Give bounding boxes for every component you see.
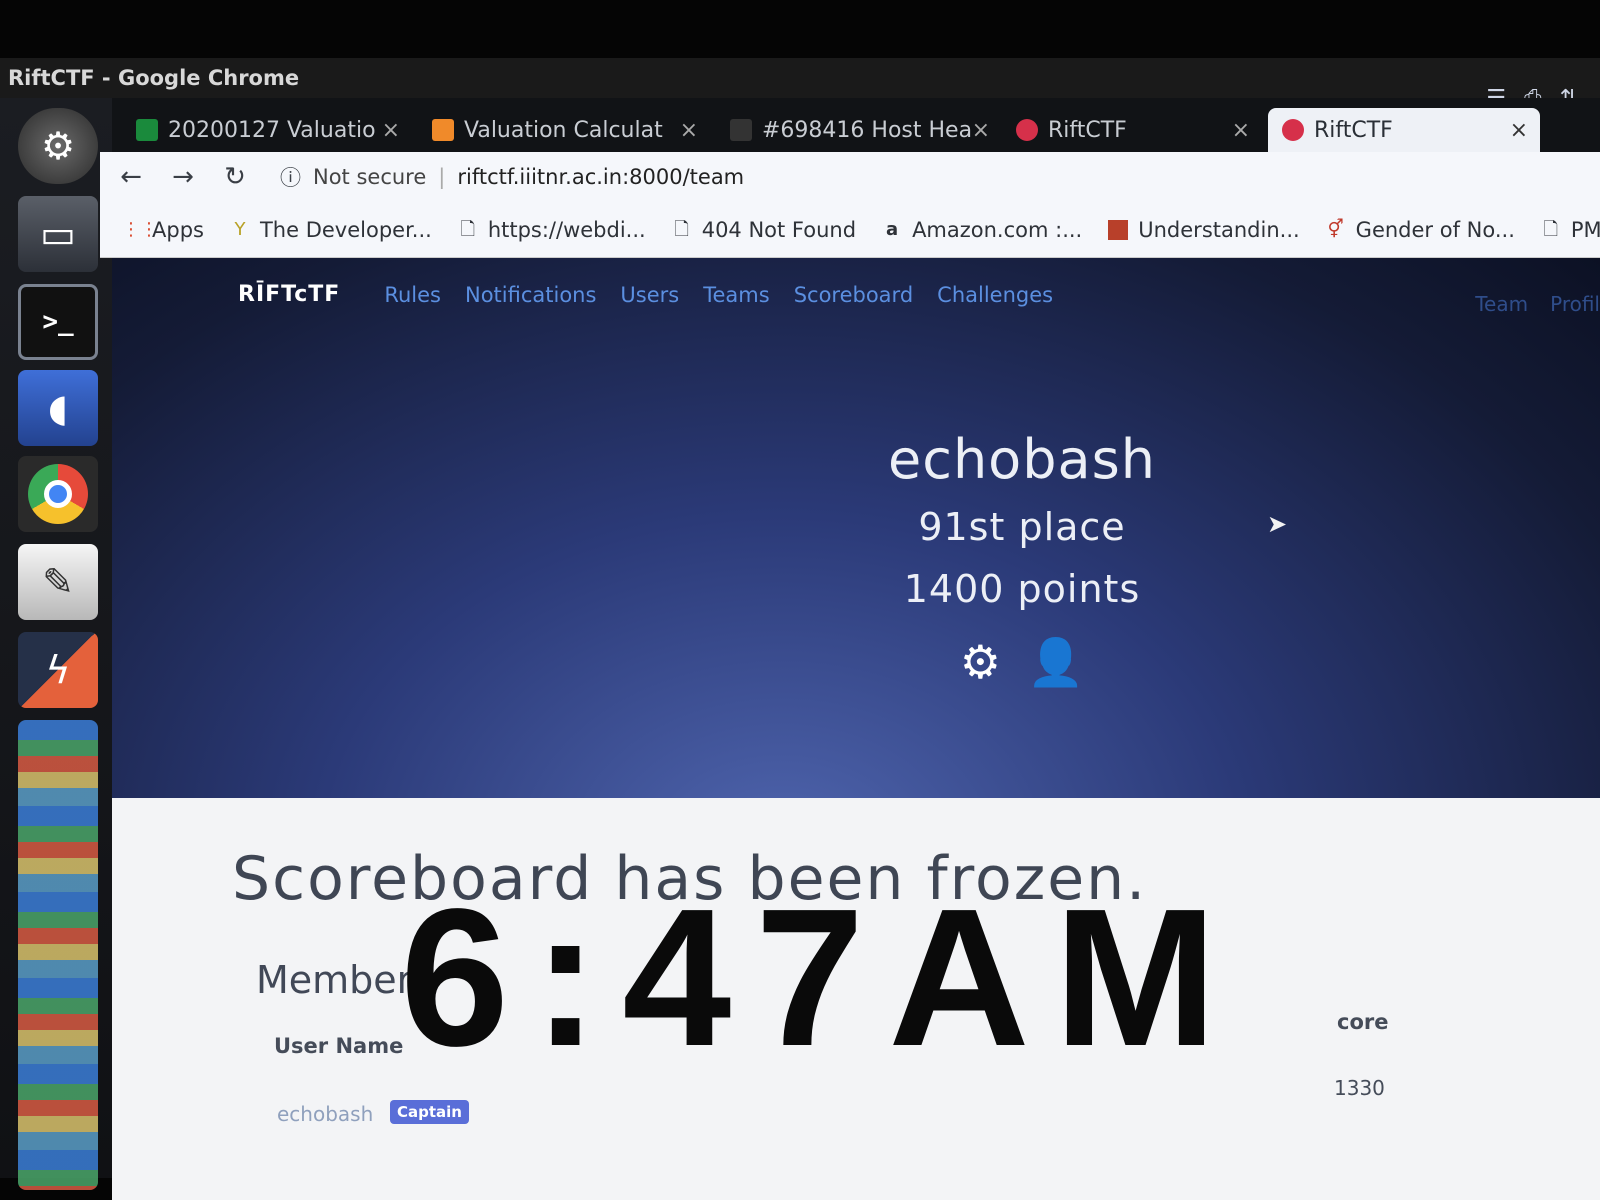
team-points: 1400 points — [903, 567, 1141, 611]
nav-notifications[interactable]: Notifications — [465, 283, 596, 307]
tab-strip: 20200127 Valuatio × Valuation Calculat ×… — [112, 98, 1600, 152]
tab-hackerone-report[interactable]: #698416 Host Hea × — [716, 108, 1002, 152]
close-icon[interactable]: × — [972, 118, 990, 143]
team-name: echobash — [888, 428, 1156, 491]
tab-label: #698416 Host Hea — [762, 117, 973, 143]
book-icon — [1108, 219, 1129, 240]
team-actions: ⚙ 👤 — [812, 635, 1232, 690]
riftctf-favicon — [1282, 119, 1304, 141]
captain-badge: Captain — [390, 1100, 469, 1124]
riftctf-favicon — [1016, 119, 1038, 141]
launcher: ⚙ ▭ >_ ◖ ✎ ϟ — [0, 98, 112, 1190]
app-stack-icon[interactable] — [18, 720, 98, 1190]
site-nav-right: Team Profil — [1475, 292, 1600, 316]
reload-icon[interactable]: ↻ — [220, 162, 250, 192]
member-score: 1330 — [1334, 1076, 1385, 1100]
mysql-workbench-icon[interactable]: ◖ — [18, 370, 98, 446]
nav-users[interactable]: Users — [620, 283, 679, 307]
mouse-cursor-icon: ➤ — [1267, 510, 1288, 538]
zap-icon[interactable]: ϟ — [18, 632, 98, 708]
column-header-user: User Name — [274, 1034, 404, 1058]
nav-team[interactable]: Team — [1475, 292, 1528, 316]
member-name[interactable]: echobash — [277, 1102, 373, 1126]
close-icon[interactable]: × — [1232, 118, 1250, 143]
nav-profile[interactable]: Profil — [1550, 292, 1600, 316]
address-bar[interactable]: ⓘ Not secure | riftctf.iiitnr.ac.in:8000… — [280, 162, 744, 192]
settings-gears-icon[interactable]: ⚙ — [960, 635, 1001, 690]
nav-challenges[interactable]: Challenges — [937, 283, 1053, 307]
ubuntu-icon[interactable]: ⚙ — [18, 108, 98, 184]
files-icon[interactable]: ▭ — [18, 196, 98, 272]
nav-teams[interactable]: Teams — [703, 283, 769, 307]
gender-icon: ⚥ — [1327, 218, 1344, 240]
bookmark-understanding[interactable]: Understandin... — [1108, 218, 1300, 242]
tab-label: RiftCTF — [1314, 117, 1393, 143]
tab-valuation-calculator[interactable]: Valuation Calculat × — [418, 108, 710, 152]
security-label: Not secure — [313, 165, 427, 189]
clock-overlay: 6:47AM — [400, 868, 1242, 1087]
window-title: RiftCTF - Google Chrome — [8, 66, 300, 90]
hackerone-icon — [730, 119, 752, 141]
text-editor-icon[interactable]: ✎ — [18, 544, 98, 620]
bookmark-gender[interactable]: ⚥ Gender of No... — [1326, 218, 1515, 242]
tab-label: 20200127 Valuatio — [168, 117, 376, 143]
window-title-bar: RiftCTF - Google Chrome — [0, 58, 1600, 98]
page-icon: 🗋 — [674, 218, 689, 240]
tab-label: Valuation Calculat — [464, 117, 663, 143]
close-icon[interactable]: × — [680, 118, 698, 143]
page-icon: 🗋 — [460, 218, 476, 240]
site-nav: RĪFTcTF Rules Notifications Users Teams … — [238, 282, 1053, 307]
url-text[interactable]: riftctf.iiitnr.ac.in:8000/team — [457, 165, 744, 189]
forward-icon[interactable]: → — [168, 162, 198, 192]
bookmark-404[interactable]: 🗋 404 Not Found — [672, 218, 856, 242]
team-summary: echobash 91st place 1400 points ⚙ 👤 — [812, 428, 1232, 690]
tab-label: RiftCTF — [1048, 117, 1127, 143]
tab-riftctf[interactable]: RiftCTF × — [1002, 108, 1262, 152]
bookmarks-bar: ⋮⋮ Apps Y The Developer... 🗋 https://webdi.… — [100, 202, 1600, 258]
team-place: 91st place — [918, 505, 1126, 549]
page-icon: 🗋 — [1543, 218, 1559, 240]
team-header: RĪFTcTF Rules Notifications Users Teams … — [112, 258, 1600, 798]
chrome-icon[interactable] — [18, 456, 98, 532]
amazon-icon: a — [885, 218, 899, 240]
apps-grid-icon: ⋮⋮ — [122, 218, 158, 240]
terminal-icon[interactable]: >_ — [18, 284, 98, 360]
info-icon[interactable]: ⓘ — [280, 162, 301, 192]
bookmark-apps[interactable]: ⋮⋮ Apps — [122, 218, 204, 242]
bookmark-amazon[interactable]: a Amazon.com :... — [882, 218, 1082, 242]
bookmark-developer[interactable]: Y The Developer... — [230, 218, 431, 242]
back-icon[interactable]: ← — [116, 162, 146, 192]
browser-toolbar: ← → ↻ ⓘ Not secure | riftctf.iiitnr.ac.i… — [100, 152, 1600, 202]
nav-scoreboard[interactable]: Scoreboard — [794, 283, 913, 307]
developer-icon: Y — [234, 218, 246, 240]
nav-rules[interactable]: Rules — [384, 283, 441, 307]
close-icon[interactable]: × — [382, 118, 400, 143]
bookmark-pm[interactable]: 🗋 PM — [1541, 218, 1600, 242]
sheets-icon — [136, 119, 158, 141]
user-tag-icon[interactable]: 👤 — [1027, 635, 1084, 690]
site-logo[interactable]: RĪFTcTF — [238, 282, 340, 307]
bookmark-webdi[interactable]: 🗋 https://webdi... — [458, 218, 646, 242]
tab-valuation-sheet[interactable]: 20200127 Valuatio × — [122, 108, 412, 152]
omnibox-separator: | — [438, 165, 446, 189]
slides-icon — [432, 119, 454, 141]
tab-riftctf-active[interactable]: RiftCTF × — [1268, 108, 1540, 152]
close-icon[interactable]: × — [1510, 118, 1528, 143]
